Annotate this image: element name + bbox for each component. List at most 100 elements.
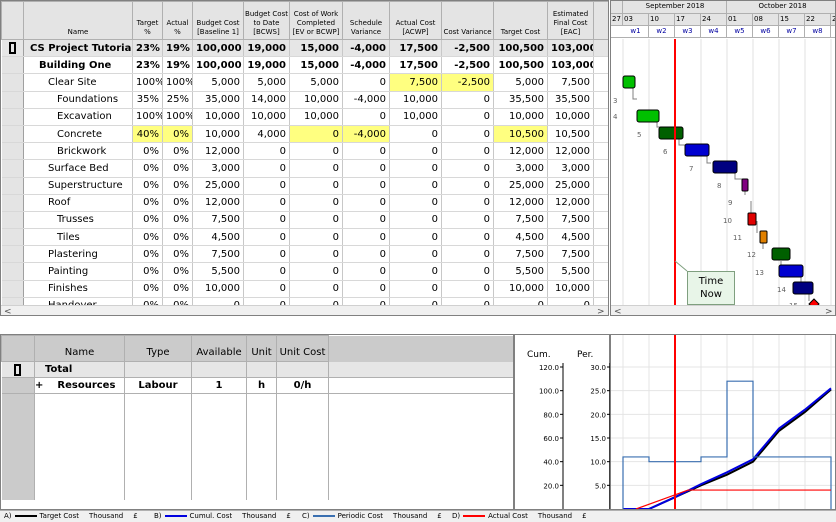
cell-sv[interactable]: 0 bbox=[342, 159, 390, 178]
col-header-bcws[interactable]: Budget Cost to Date [BCWS] bbox=[243, 1, 290, 40]
cell-budget[interactable]: 10,000 bbox=[192, 108, 244, 126]
cell-bcws[interactable]: 4,000 bbox=[243, 125, 290, 144]
cell-bcws[interactable]: 0 bbox=[243, 159, 290, 178]
cell-sv[interactable]: 0 bbox=[342, 108, 390, 126]
cell-cv[interactable]: -2,500 bbox=[441, 73, 494, 92]
cell-budget[interactable]: 10,000 bbox=[192, 125, 244, 144]
col-header-target-cost[interactable]: Target Cost bbox=[493, 1, 548, 40]
cell-name[interactable]: Superstructure bbox=[23, 177, 133, 195]
cell-target-cost[interactable]: 5,500 bbox=[493, 262, 548, 281]
table-row[interactable]: Clear Site 100% 100% 5,000 5,000 5,000 0 7,500-… bbox=[1, 73, 608, 92]
row-header[interactable] bbox=[1, 280, 24, 298]
cell-target-cost[interactable]: 7,500 bbox=[493, 245, 548, 264]
cell-target-pct[interactable]: 100% bbox=[132, 108, 163, 126]
cell-target-pct[interactable]: 0% bbox=[132, 194, 163, 212]
cell-sv[interactable]: 0 bbox=[342, 142, 390, 161]
cell-budget[interactable]: 7,500 bbox=[192, 245, 244, 264]
col-header-actual-pct[interactable]: Actual % bbox=[162, 1, 193, 40]
cell-target-pct[interactable]: 35% bbox=[132, 91, 163, 109]
cell-target-cost[interactable]: 100,500 bbox=[493, 39, 548, 58]
cell-actual-pct[interactable]: 0% bbox=[162, 228, 193, 247]
res-col-type[interactable]: Type bbox=[124, 335, 192, 362]
res-row[interactable]: + Resources Labour 1 h 0/h bbox=[1, 377, 513, 394]
cell-cv[interactable]: -2,500 bbox=[441, 56, 494, 75]
cell-ev[interactable]: 15,000 bbox=[289, 39, 343, 58]
cell-ev[interactable]: 0 bbox=[289, 125, 343, 144]
table-row[interactable]: Concrete 40% 0% 10,000 4,000 0 -4,000 0 0 10,500 1… bbox=[1, 125, 608, 144]
cell-actual-pct[interactable]: 0% bbox=[162, 280, 193, 298]
cell-bcws[interactable]: 0 bbox=[243, 142, 290, 161]
cell-eac[interactable]: 7,500 bbox=[547, 73, 594, 92]
col-header-eac[interactable]: Estimated Final Cost [EAC] bbox=[547, 1, 594, 40]
cell-ev[interactable]: 0 bbox=[289, 194, 343, 212]
row-header[interactable] bbox=[1, 245, 24, 264]
cell-acwp[interactable]: 7,500 bbox=[389, 73, 442, 92]
cell-sv[interactable]: -4,000 bbox=[342, 91, 390, 109]
cell-sv[interactable]: 0 bbox=[342, 245, 390, 264]
cell-target-cost[interactable]: 5,000 bbox=[493, 73, 548, 92]
res-col-name[interactable]: Name bbox=[34, 335, 125, 362]
row-header[interactable] bbox=[1, 73, 24, 92]
cell-sv[interactable]: 0 bbox=[342, 211, 390, 230]
cell-actual-pct[interactable]: 25% bbox=[162, 91, 193, 109]
cell-acwp[interactable]: 0 bbox=[389, 262, 442, 281]
cell-target-pct[interactable]: 0% bbox=[132, 280, 163, 298]
cell-actual-pct[interactable]: 0% bbox=[162, 262, 193, 281]
gantt-scroll-left-icon[interactable]: < bbox=[614, 307, 622, 315]
cell-target-cost[interactable]: 10,000 bbox=[493, 280, 548, 298]
cell-ev[interactable]: 0 bbox=[289, 245, 343, 264]
table-row[interactable]: Foundations 35% 25% 35,000 14,000 10,000 -4,00… bbox=[1, 91, 608, 109]
cell-eac[interactable]: 3,000 bbox=[547, 159, 594, 178]
cell-eac[interactable]: 4,500 bbox=[547, 228, 594, 247]
cell-actual-pct[interactable]: 0% bbox=[162, 159, 193, 178]
res-col-available[interactable]: Available bbox=[191, 335, 247, 362]
cell-acwp[interactable]: 0 bbox=[389, 245, 442, 264]
cell-cv[interactable]: 0 bbox=[441, 262, 494, 281]
table-row[interactable]: Plastering 0% 0% 7,500 0 0 0 0 0 7,500 7,500 bbox=[1, 245, 608, 264]
cell-cv[interactable]: 0 bbox=[441, 108, 494, 126]
table-row[interactable]: Roof 0% 0% 12,000 0 0 0 0 0 12,000 12,000 bbox=[1, 194, 608, 212]
cell-name[interactable]: Concrete bbox=[23, 125, 133, 144]
cell-cv[interactable]: 0 bbox=[441, 177, 494, 195]
expand-icon[interactable]: + bbox=[35, 380, 43, 391]
row-header[interactable] bbox=[1, 108, 24, 126]
cell-eac[interactable]: 10,500 bbox=[547, 125, 594, 144]
cell-actual-pct[interactable]: 0% bbox=[162, 177, 193, 195]
cell-cv[interactable]: 0 bbox=[441, 245, 494, 264]
col-header-name[interactable]: Name bbox=[23, 1, 133, 40]
table-row[interactable]: Brickwork 0% 0% 12,000 0 0 0 0 0 12,000 12,000 bbox=[1, 142, 608, 161]
cell-acwp[interactable]: 0 bbox=[389, 142, 442, 161]
table-row[interactable]: Painting 0% 0% 5,500 0 0 0 0 0 5,500 5,500 bbox=[1, 262, 608, 281]
cell-target-pct[interactable]: 23% bbox=[132, 56, 163, 75]
cell-name[interactable]: Plastering bbox=[23, 245, 133, 264]
cell-sv[interactable]: -4,000 bbox=[342, 125, 390, 144]
cell-bcws[interactable]: 19,000 bbox=[243, 56, 290, 75]
cell-budget[interactable]: 100,000 bbox=[192, 56, 244, 75]
cell-ev[interactable]: 0 bbox=[289, 211, 343, 230]
cell-budget[interactable]: 100,000 bbox=[192, 39, 244, 58]
cell-acwp[interactable]: 0 bbox=[389, 228, 442, 247]
cell-sv[interactable]: 0 bbox=[342, 194, 390, 212]
cell-target-cost[interactable]: 10,500 bbox=[493, 125, 548, 144]
cell-cv[interactable]: 0 bbox=[441, 194, 494, 212]
cell-bcws[interactable]: 0 bbox=[243, 280, 290, 298]
col-header-budget-cost[interactable]: Budget Cost [Baseline 1] bbox=[192, 1, 244, 40]
table-row[interactable]: Excavation 100% 100% 10,000 10,000 10,000 0 10,… bbox=[1, 108, 608, 126]
cell-eac[interactable]: 12,000 bbox=[547, 194, 594, 212]
cell-eac[interactable]: 25,000 bbox=[547, 177, 594, 195]
row-header[interactable] bbox=[1, 125, 24, 144]
cell-eac[interactable]: 7,500 bbox=[547, 211, 594, 230]
col-header-cost-variance[interactable]: Cost Variance bbox=[441, 1, 494, 40]
cell-eac[interactable]: 10,000 bbox=[547, 108, 594, 126]
cell-acwp[interactable]: 0 bbox=[389, 125, 442, 144]
res-col-unit-cost[interactable]: Unit Cost bbox=[276, 335, 329, 362]
row-header[interactable] bbox=[1, 228, 24, 247]
cell-eac[interactable]: 12,000 bbox=[547, 142, 594, 161]
cell-eac[interactable]: 103,000 bbox=[547, 39, 594, 58]
cell-ev[interactable]: 0 bbox=[289, 228, 343, 247]
cell-cv[interactable]: 0 bbox=[441, 125, 494, 144]
cell-actual-pct[interactable]: 100% bbox=[162, 108, 193, 126]
table-hscrollbar[interactable]: < > bbox=[1, 305, 608, 315]
col-header-acwp[interactable]: Actual Cost [ACWP] bbox=[389, 1, 442, 40]
cell-name[interactable]: Painting bbox=[23, 262, 133, 281]
